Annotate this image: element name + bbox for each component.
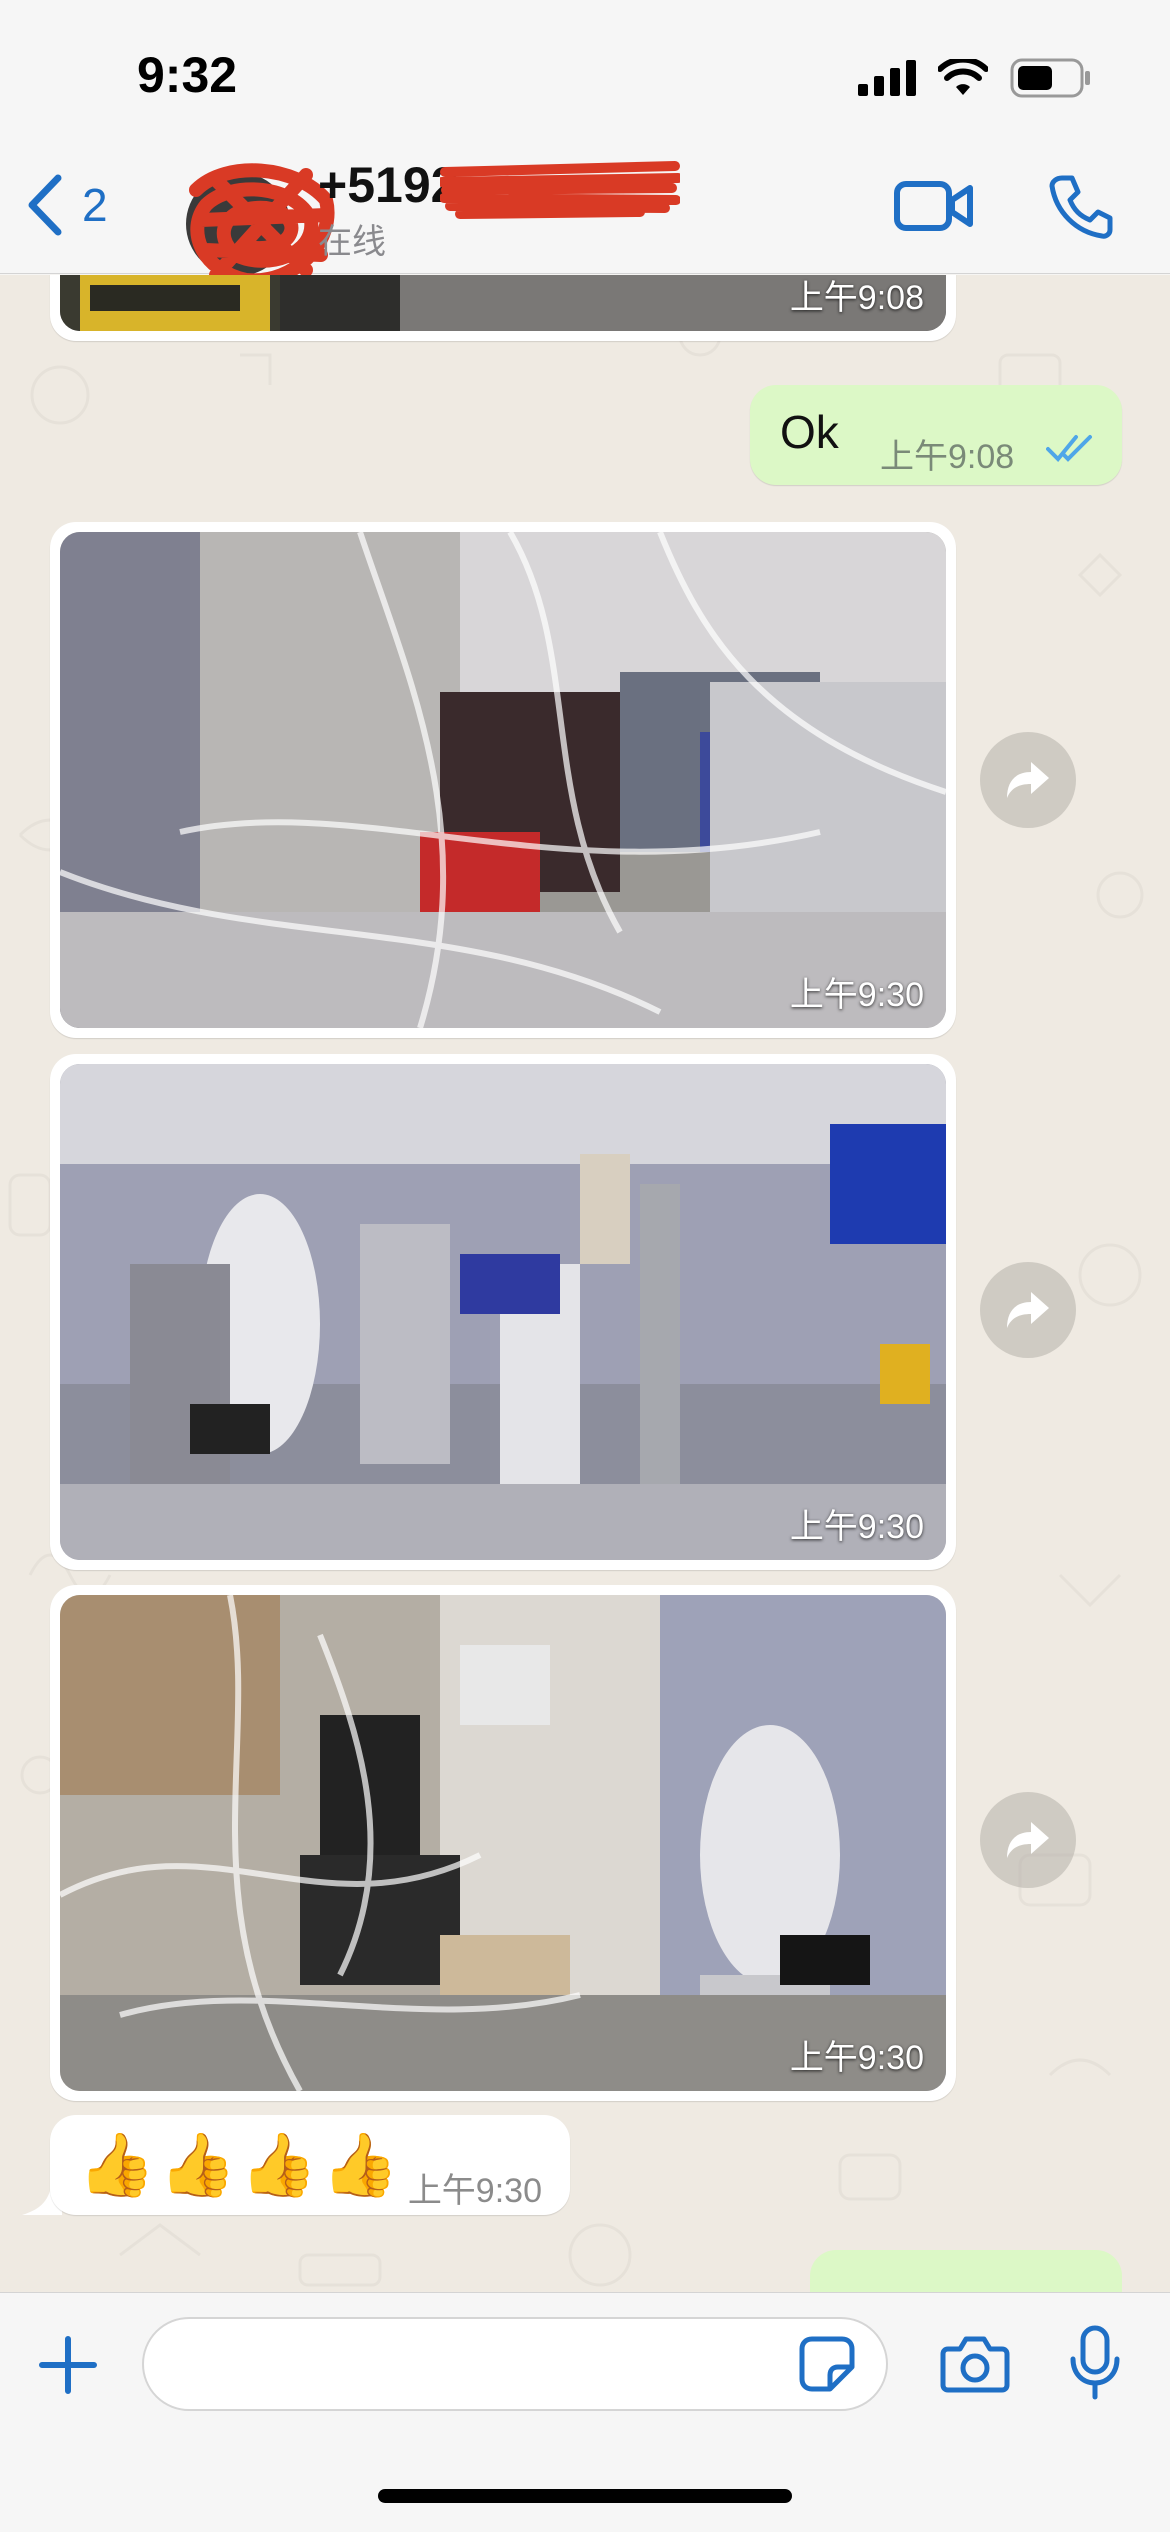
status-bar: 9:32 xyxy=(0,0,1170,150)
battery-icon xyxy=(1010,58,1090,98)
name-redaction xyxy=(440,161,680,219)
avatar-redaction xyxy=(189,163,335,288)
camera-button[interactable] xyxy=(940,2335,1010,2398)
forward-icon xyxy=(1007,1292,1049,1328)
voice-call-button[interactable] xyxy=(1048,174,1114,245)
plus-icon xyxy=(39,2336,97,2394)
sticker-icon xyxy=(799,2336,855,2392)
sticker-button[interactable] xyxy=(798,2335,856,2398)
status-icons xyxy=(858,58,1092,98)
photo-image xyxy=(60,532,946,1028)
contact-name[interactable]: +5192 xyxy=(318,156,458,214)
message-time: 上午9:30 xyxy=(407,2172,542,2210)
forward-icon xyxy=(1007,1822,1049,1858)
message-text: 👍👍👍👍 xyxy=(78,2131,403,2200)
message-time: 上午9:30 xyxy=(789,1508,924,1546)
forward-button[interactable] xyxy=(980,1262,1076,1358)
message-time: 上午9:08 xyxy=(880,438,1015,476)
camera-icon xyxy=(940,2336,1010,2393)
photo[interactable]: 上午9:30 xyxy=(60,532,946,1028)
chevron-left-icon xyxy=(28,174,62,236)
outgoing-message[interactable]: Ok 上午9:08 xyxy=(750,385,1122,485)
message-time: 上午9:08 xyxy=(789,279,924,317)
forward-button[interactable] xyxy=(980,732,1076,828)
phone-icon xyxy=(1049,175,1113,239)
read-receipt-icon xyxy=(1046,435,1092,462)
photo[interactable]: 上午9:30 xyxy=(60,1064,946,1560)
photo[interactable]: 上午9:08 xyxy=(60,275,946,331)
forward-button[interactable] xyxy=(980,1792,1076,1888)
microphone-button[interactable] xyxy=(1068,2325,1122,2406)
input-bar xyxy=(0,2292,1170,2532)
video-call-icon xyxy=(894,181,973,231)
message-input[interactable] xyxy=(142,2317,888,2411)
back-button[interactable]: 2 xyxy=(24,174,108,236)
chat-area[interactable]: 上午9:08 Ok 上午9:08 上午9:30 上午9:30 上午9:30 👍👍… xyxy=(0,275,1170,2292)
photo-image xyxy=(60,1595,946,2091)
photo[interactable]: 上午9:30 xyxy=(60,1595,946,2091)
unread-count: 2 xyxy=(82,179,108,231)
video-call-button[interactable] xyxy=(894,178,974,239)
outgoing-message[interactable] xyxy=(810,2250,1122,2292)
message-text: Ok xyxy=(780,406,839,458)
wifi-icon xyxy=(938,59,988,95)
message-time: 上午9:30 xyxy=(789,976,924,1014)
image-message[interactable]: 上午9:08 xyxy=(50,275,956,341)
home-indicator xyxy=(378,2489,792,2503)
photo-image xyxy=(60,1064,946,1560)
microphone-icon xyxy=(1070,2325,1120,2400)
image-message[interactable]: 上午9:30 xyxy=(50,522,956,1038)
forward-icon xyxy=(1007,762,1049,798)
image-message[interactable]: 上午9:30 xyxy=(50,1054,956,1570)
message-time: 上午9:30 xyxy=(789,2039,924,2077)
incoming-message[interactable]: 👍👍👍👍 上午9:30 xyxy=(50,2115,570,2215)
attach-button[interactable] xyxy=(36,2333,100,2402)
signal-icon xyxy=(858,60,916,96)
image-message[interactable]: 上午9:30 xyxy=(50,1585,956,2101)
contact-status: 在线 xyxy=(318,223,386,261)
chat-header: 2 +5192 在线 xyxy=(0,150,1170,288)
status-time: 9:32 xyxy=(137,47,238,103)
